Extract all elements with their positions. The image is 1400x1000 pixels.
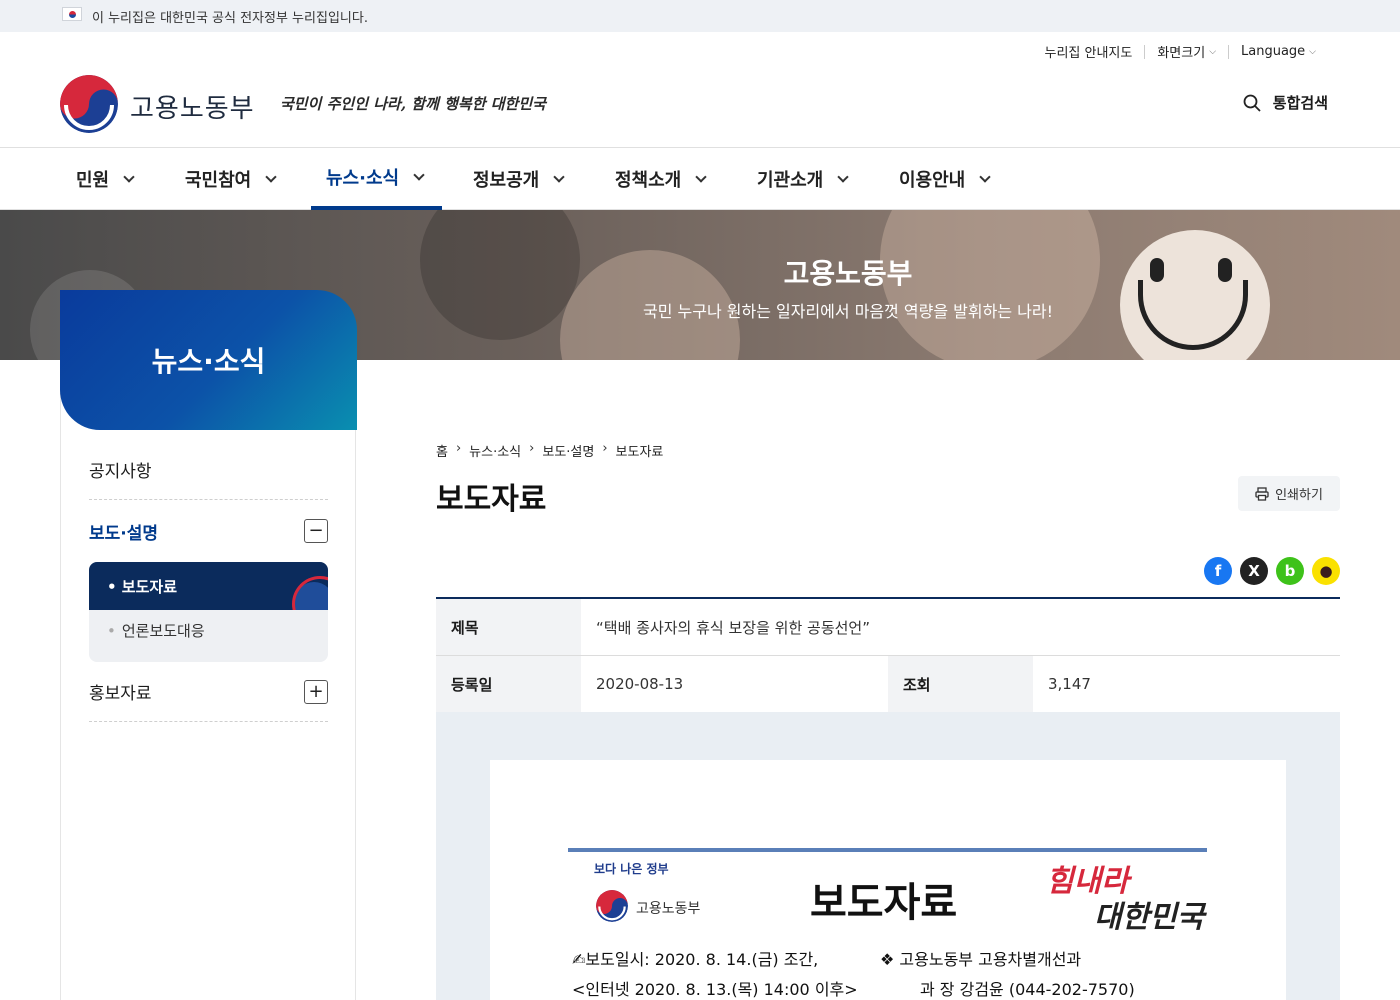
calligraphy-bottom: 대한민국 xyxy=(1094,900,1205,935)
chevron-right-icon: › xyxy=(455,441,462,456)
gnb-item-policy[interactable]: 정책소개 xyxy=(615,148,707,210)
sidebar-subitem-press-release[interactable]: • 보도자료 xyxy=(89,562,328,610)
chevron-down-icon xyxy=(695,171,707,183)
chevron-down-icon xyxy=(837,171,849,183)
chevron-down-icon xyxy=(553,171,565,183)
brand-name[interactable]: 고용노동부 xyxy=(130,88,255,125)
page-title: 보도자료 xyxy=(436,482,547,517)
kakao-icon[interactable]: ● xyxy=(1312,557,1340,585)
slogan: 국민이 주인인 나라, 함께 행복한 대한민국 xyxy=(280,95,546,113)
breadcrumb-news[interactable]: 뉴스·소식 xyxy=(469,441,521,460)
chevron-down-icon xyxy=(265,171,277,183)
gov-banner-text: 이 누리집은 대한민국 공식 전자정부 누리집입니다. xyxy=(92,11,368,26)
sidebar-title: 뉴스·소식 xyxy=(60,290,357,430)
language-dropdown[interactable]: Language ⌵ xyxy=(1229,44,1328,59)
x-icon[interactable]: X xyxy=(1240,557,1268,585)
internet-release: <인터넷 2020. 8. 13.(목) 14:00 이후> xyxy=(572,980,858,999)
gnb-item-disclosure[interactable]: 정보공개 xyxy=(473,148,565,210)
breadcrumb: 홈 › 뉴스·소식 › 보도·설명 › 보도자료 xyxy=(436,441,663,460)
chevron-down-icon xyxy=(979,171,991,183)
print-button[interactable]: 인쇄하기 xyxy=(1238,476,1340,511)
integrated-search-button[interactable]: 통합검색 xyxy=(1243,92,1328,113)
department: ❖ 고용노동부 고용차별개선과 xyxy=(880,950,1082,969)
sidebar-item-press[interactable]: 보도·설명 − xyxy=(89,501,328,561)
smiley-image xyxy=(1120,230,1270,360)
expand-icon[interactable]: + xyxy=(304,679,328,704)
chevron-right-icon: › xyxy=(602,441,608,456)
document-ministry: 고용노동부 xyxy=(636,901,701,917)
contact: 과 장 강검윤 (044-202-7570) xyxy=(920,980,1135,999)
chevron-down-icon xyxy=(413,169,425,181)
better-gov-logo: 보다 나은 정부 xyxy=(594,862,669,876)
taegeuk-logo-icon xyxy=(596,890,628,922)
main-navigation: 민원 국민참여 뉴스·소식 정보공개 정책소개 기관소개 이용안내 xyxy=(0,147,1400,210)
hero-title: 고용노동부 xyxy=(783,257,913,290)
korea-flag-icon xyxy=(62,7,82,21)
sidebar-item-notice[interactable]: 공지사항 xyxy=(89,440,328,500)
zoom-dropdown[interactable]: 화면크기 ⌵ xyxy=(1145,42,1228,61)
gnb-item-civil[interactable]: 민원 xyxy=(76,148,135,210)
views-value: 3,147 xyxy=(1048,675,1091,693)
chevron-down-icon xyxy=(123,171,135,183)
subject-value: “택배 종사자의 휴식 보장을 위한 공동선언” xyxy=(596,618,870,637)
date-value: 2020-08-13 xyxy=(596,675,684,693)
date-label: 등록일 xyxy=(436,656,581,712)
utility-links: 누리집 안내지도 화면크기 ⌵ Language ⌵ xyxy=(1032,42,1328,61)
press-release-document: 보다 나은 정부 고용노동부 보도자료 힘내라 대한민국 ✍보도일시: 2020… xyxy=(490,760,1286,1000)
gnb-item-news[interactable]: 뉴스·소식 xyxy=(326,146,425,208)
breadcrumb-press[interactable]: 보도·설명 xyxy=(542,441,594,460)
collapse-icon[interactable]: − xyxy=(304,519,328,543)
release-date: ✍보도일시: 2020. 8. 14.(금) 조간, xyxy=(572,950,819,969)
gnb-item-about[interactable]: 기관소개 xyxy=(757,148,849,210)
breadcrumb-current: 보도자료 xyxy=(615,445,664,460)
chevron-down-icon: ⌵ xyxy=(1309,46,1316,57)
sidebar-subitem-media-response[interactable]: • 언론보도대응 xyxy=(107,620,205,641)
chevron-right-icon: › xyxy=(529,441,535,456)
gov-banner: 이 누리집은 대한민국 공식 전자정부 누리집입니다. xyxy=(0,0,1400,32)
breadcrumb-home[interactable]: 홈 xyxy=(436,441,448,460)
printer-icon xyxy=(1255,486,1269,501)
views-label: 조회 xyxy=(888,656,1033,712)
facebook-icon[interactable]: f xyxy=(1204,557,1232,585)
article-info-table: 제목 “택배 종사자의 휴식 보장을 위한 공동선언” 등록일 2020-08-… xyxy=(436,597,1340,713)
subject-label: 제목 xyxy=(436,599,581,655)
taegeuk-logo-icon[interactable] xyxy=(60,75,118,133)
gnb-item-guide[interactable]: 이용안내 xyxy=(899,148,991,210)
sidebar-item-promo[interactable]: 홍보자료 + xyxy=(89,662,328,722)
search-icon xyxy=(1243,94,1261,112)
sitemap-link[interactable]: 누리집 안내지도 xyxy=(1032,42,1144,61)
document-heading: 보도자료 xyxy=(810,880,958,926)
band-icon[interactable]: b xyxy=(1276,557,1304,585)
chevron-down-icon: ⌵ xyxy=(1209,46,1217,57)
share-buttons: f X b ● xyxy=(1204,557,1340,585)
gnb-item-participation[interactable]: 국민참여 xyxy=(185,148,277,210)
